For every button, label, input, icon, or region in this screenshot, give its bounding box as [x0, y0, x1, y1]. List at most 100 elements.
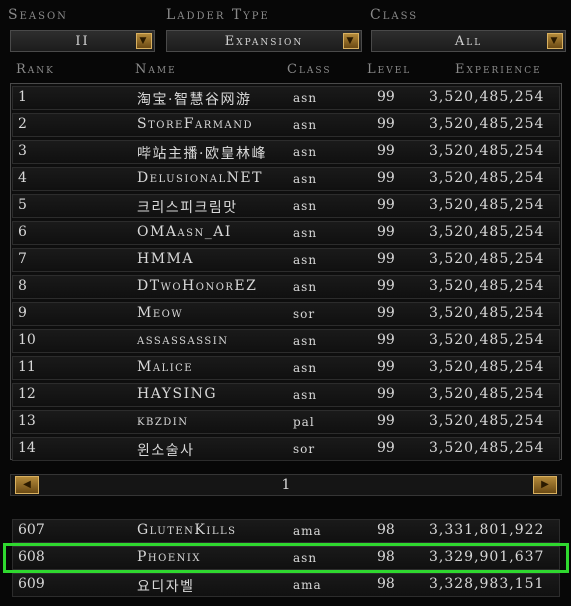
- level-cell: 99: [377, 305, 395, 321]
- level-cell: 99: [377, 332, 395, 348]
- page-number: 1: [281, 477, 291, 493]
- table-row[interactable]: 11 Malice asn 99 3,520,485,254: [12, 356, 560, 380]
- experience-cell: 3,520,485,254: [429, 197, 545, 213]
- rank-cell: 11: [18, 359, 36, 375]
- table-row[interactable]: 13 kbzdin pal 99 3,520,485,254: [12, 410, 560, 434]
- class-cell: asn: [293, 199, 318, 213]
- table-row[interactable]: 10 assassassin asn 99 3,520,485,254: [12, 329, 560, 353]
- pager: ◀ 1 ▶: [10, 474, 562, 496]
- table-row[interactable]: 5 크리스피크림맛 asn 99 3,520,485,254: [12, 194, 560, 218]
- table-row[interactable]: 4 DelusionalNET asn 99 3,520,485,254: [12, 167, 560, 191]
- level-cell: 98: [377, 522, 395, 538]
- chevron-down-icon[interactable]: ▼: [547, 33, 563, 49]
- name-cell: HAYSING: [137, 386, 218, 402]
- rank-cell: 7: [18, 251, 27, 267]
- experience-cell: 3,520,485,254: [429, 251, 545, 267]
- name-cell: assassassin: [137, 332, 229, 348]
- table-row[interactable]: 7 HMMA asn 99 3,520,485,254: [12, 248, 560, 272]
- current-player-highlight: [3, 543, 569, 573]
- season-dropdown[interactable]: II ▼: [10, 30, 155, 52]
- level-cell: 99: [377, 440, 395, 456]
- table-row[interactable]: 8 DTwoHonorEZ asn 99 3,520,485,254: [12, 275, 560, 299]
- class-value: All: [454, 33, 483, 49]
- name-cell: Meow: [137, 305, 184, 321]
- rank-cell: 6: [18, 224, 27, 240]
- class-cell: asn: [293, 172, 318, 186]
- name-cell: OMAasn_AI: [137, 224, 232, 240]
- class-cell: sor: [293, 307, 316, 321]
- experience-cell: 3,520,485,254: [429, 386, 545, 402]
- rank-cell: 1: [18, 89, 27, 105]
- experience-cell: 3,520,485,254: [429, 359, 545, 375]
- table-row[interactable]: 607 GlutenKills ama 98 3,331,801,922: [12, 519, 560, 543]
- class-cell: asn: [293, 253, 318, 267]
- experience-cell: 3,328,983,151: [429, 576, 545, 592]
- ladder-type-dropdown[interactable]: Expansion ▼: [166, 30, 362, 52]
- name-cell: Malice: [137, 359, 194, 375]
- table-row[interactable]: 609 요디자벨 ama 98 3,328,983,151: [12, 573, 560, 597]
- table-row[interactable]: 12 HAYSING asn 99 3,520,485,254: [12, 383, 560, 407]
- column-header-experience: Experience: [455, 62, 542, 77]
- name-cell: kbzdin: [137, 413, 189, 429]
- rank-cell: 609: [18, 576, 45, 592]
- table-row[interactable]: 2 StoreFarmand asn 99 3,520,485,254: [12, 113, 560, 137]
- right-arrow-icon[interactable]: ▶: [533, 476, 557, 494]
- rank-cell: 5: [18, 197, 27, 213]
- name-cell: 윈소술사: [137, 443, 195, 459]
- rank-cell: 607: [18, 522, 45, 538]
- season-value: II: [75, 33, 90, 49]
- rank-cell: 4: [18, 170, 27, 186]
- experience-cell: 3,331,801,922: [429, 522, 545, 538]
- name-cell: DelusionalNET: [137, 170, 263, 186]
- experience-cell: 3,520,485,254: [429, 413, 545, 429]
- level-cell: 99: [377, 278, 395, 294]
- chevron-down-icon[interactable]: ▼: [343, 33, 359, 49]
- table-row[interactable]: 1 淘宝·智慧谷网游 asn 99 3,520,485,254: [12, 86, 560, 110]
- class-cell: pal: [293, 415, 315, 429]
- experience-cell: 3,520,485,254: [429, 143, 545, 159]
- name-cell: StoreFarmand: [137, 116, 253, 132]
- class-cell: asn: [293, 361, 318, 375]
- experience-cell: 3,520,485,254: [429, 278, 545, 294]
- class-cell: asn: [293, 280, 318, 294]
- table-row[interactable]: 14 윈소술사 sor 99 3,520,485,254: [12, 437, 560, 461]
- season-label: Season: [8, 7, 68, 23]
- level-cell: 99: [377, 386, 395, 402]
- class-cell: asn: [293, 145, 318, 159]
- rank-cell: 2: [18, 116, 27, 132]
- rank-cell: 10: [18, 332, 36, 348]
- level-cell: 99: [377, 359, 395, 375]
- class-label: Class: [370, 7, 419, 23]
- class-cell: sor: [293, 442, 316, 456]
- name-cell: 哔站主播·欧皇林峰: [137, 146, 267, 162]
- ladder-type-value: Expansion: [224, 33, 304, 49]
- rank-cell: 14: [18, 440, 36, 456]
- name-cell: HMMA: [137, 251, 194, 267]
- rank-cell: 3: [18, 143, 27, 159]
- rank-cell: 12: [18, 386, 36, 402]
- level-cell: 99: [377, 197, 395, 213]
- experience-cell: 3,520,485,254: [429, 116, 545, 132]
- experience-cell: 3,520,485,254: [429, 170, 545, 186]
- experience-cell: 3,520,485,254: [429, 440, 545, 456]
- rank-cell: 13: [18, 413, 36, 429]
- column-header-name: Name: [135, 62, 177, 77]
- name-cell: 크리스피크림맛: [137, 200, 238, 216]
- experience-cell: 3,520,485,254: [429, 224, 545, 240]
- class-dropdown[interactable]: All ▼: [371, 30, 566, 52]
- name-cell: GlutenKills: [137, 522, 237, 538]
- column-header-rank: Rank: [16, 62, 55, 77]
- name-cell: 요디자벨: [137, 579, 195, 595]
- experience-cell: 3,520,485,254: [429, 305, 545, 321]
- level-cell: 99: [377, 224, 395, 240]
- class-cell: asn: [293, 388, 318, 402]
- table-row[interactable]: 6 OMAasn_AI asn 99 3,520,485,254: [12, 221, 560, 245]
- level-cell: 99: [377, 170, 395, 186]
- table-row[interactable]: 9 Meow sor 99 3,520,485,254: [12, 302, 560, 326]
- chevron-down-icon[interactable]: ▼: [136, 33, 152, 49]
- class-cell: asn: [293, 91, 318, 105]
- table-row[interactable]: 3 哔站主播·欧皇林峰 asn 99 3,520,485,254: [12, 140, 560, 164]
- column-header-class: Class: [287, 62, 332, 77]
- rank-cell: 9: [18, 305, 27, 321]
- class-cell: ama: [293, 578, 322, 592]
